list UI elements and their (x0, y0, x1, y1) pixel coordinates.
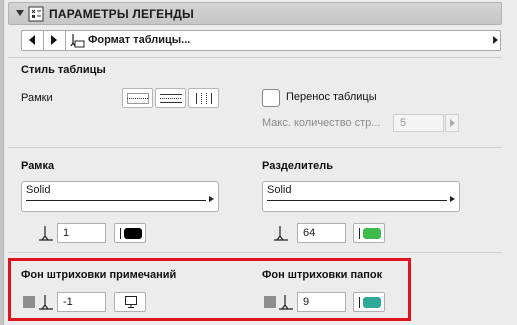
frame-all-button[interactable] (122, 88, 153, 108)
divider (8, 147, 502, 148)
chevron-right-icon (450, 196, 455, 202)
panel-header[interactable]: ПАРАМЕТРЫ ЛЕГЕНДЫ (8, 2, 502, 25)
table-style-label: Стиль таблицы (21, 64, 106, 76)
frame-vertical-icon (196, 93, 212, 104)
frame-label: Рамка (21, 160, 55, 172)
pen-icon (39, 226, 53, 241)
pen-table-icon (70, 34, 85, 48)
solid-line-preview (26, 200, 206, 201)
panel-title: ПАРАМЕТРЫ ЛЕГЕНДЫ (49, 7, 194, 21)
frame-horizontal-button[interactable] (155, 88, 186, 108)
frame-pen-color-swatch (124, 228, 142, 239)
max-count-input[interactable]: 5 (393, 114, 444, 132)
divider-label: Разделитель (262, 160, 334, 172)
divider-line-type-select[interactable]: Solid (262, 181, 460, 212)
chevron-right-icon (51, 35, 57, 45)
frame-horizontal-icon (160, 94, 182, 103)
frame-all-icon (127, 93, 149, 104)
highlight-box (8, 258, 411, 321)
chevron-left-icon (29, 35, 35, 45)
frame-style-group (122, 88, 219, 108)
submenu-arrow-icon[interactable] (493, 36, 498, 44)
divider-line-type-value: Solid (267, 184, 292, 196)
divider-pen-input[interactable]: 64 (297, 223, 346, 243)
frames-label: Рамки (21, 92, 53, 104)
nav-title: Формат таблицы... (88, 34, 191, 46)
prev-button[interactable] (22, 31, 44, 50)
wrap-table-label: Перенос таблицы (286, 91, 377, 103)
swatch-divider (359, 228, 360, 239)
pen-icon (274, 226, 288, 241)
scrollbar[interactable] (503, 0, 517, 325)
format-navigator[interactable]: Формат таблицы... (21, 30, 501, 51)
frame-line-type-select[interactable]: Solid (21, 181, 219, 212)
divider (8, 57, 502, 58)
divider-pen-color-swatch (363, 228, 381, 239)
frame-vertical-button[interactable] (188, 88, 219, 108)
solid-line-preview (267, 200, 447, 201)
frame-line-type-value: Solid (26, 184, 51, 196)
max-count-label: Макс. количество стр... (262, 117, 381, 129)
frame-pen-color-button[interactable] (114, 223, 146, 243)
chevron-right-icon (450, 119, 455, 127)
chevron-right-icon (209, 196, 214, 202)
legend-icon (28, 6, 44, 22)
divider-pen-color-button[interactable] (353, 223, 385, 243)
divider (8, 252, 502, 253)
left-rail (0, 0, 4, 325)
next-button[interactable] (44, 31, 66, 50)
collapse-triangle-icon[interactable] (16, 10, 24, 16)
frame-pen-input[interactable]: 1 (57, 223, 106, 243)
wrap-table-checkbox[interactable] (262, 89, 280, 107)
max-count-spinner[interactable] (445, 114, 459, 132)
swatch-divider (120, 228, 121, 239)
